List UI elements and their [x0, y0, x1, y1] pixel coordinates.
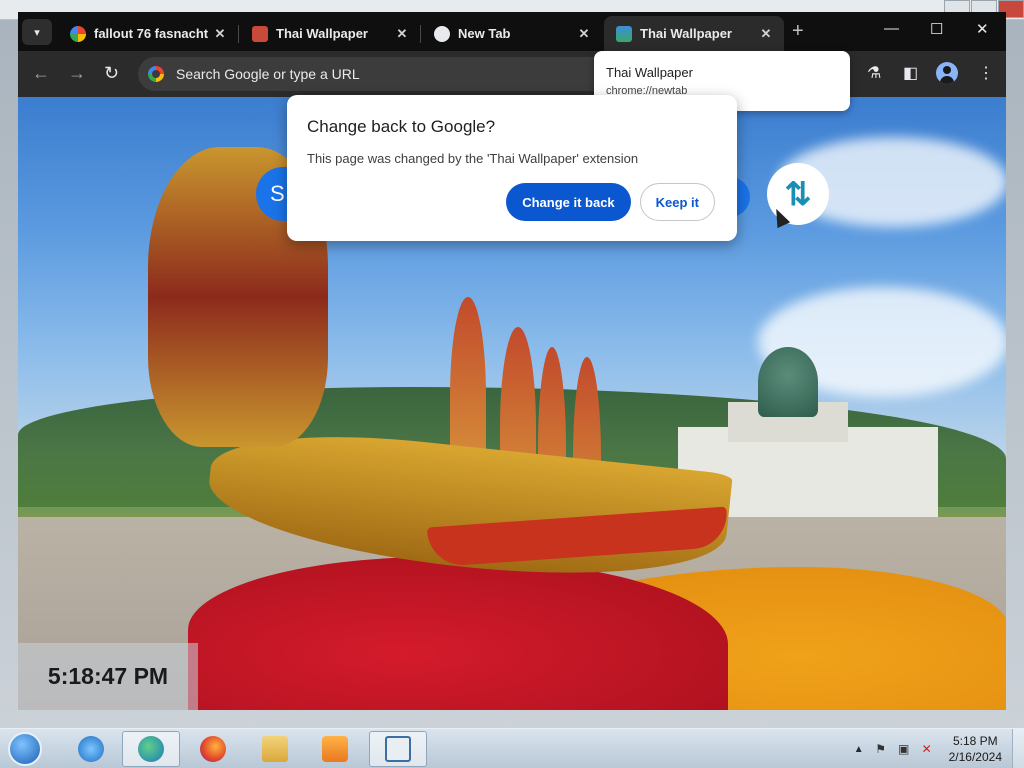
tab-search-button[interactable]: ▾ [22, 19, 52, 45]
close-tab-icon[interactable]: ✕ [576, 26, 592, 42]
clock-widget: 5:18:47 PM [18, 643, 198, 710]
system-tray: ▲ ⚑ ▣ ✕ 5:18 PM 2/16/2024 [854, 729, 1024, 768]
close-tab-icon[interactable]: ✕ [758, 26, 774, 42]
start-button[interactable] [8, 732, 42, 766]
show-desktop-button[interactable] [1012, 729, 1024, 768]
tab-fallout[interactable]: fallout 76 fasnacht 2 ✕ [58, 16, 238, 51]
keep-it-button[interactable]: Keep it [639, 183, 715, 221]
tray-expand-icon[interactable]: ▲ [854, 744, 864, 755]
tab-separator [420, 25, 421, 43]
firefox-icon [200, 736, 226, 762]
labs-flask-icon[interactable]: ⚗ [867, 63, 881, 83]
volume-muted-icon[interactable]: ✕ [920, 742, 934, 756]
tray-clock[interactable]: 5:18 PM 2/16/2024 [949, 733, 1002, 765]
swap-arrows-icon: ⇅ [784, 176, 812, 212]
minimize-button[interactable]: — [884, 20, 899, 37]
tab-thai-wallpaper-1[interactable]: Thai Wallpaper ✕ [240, 16, 420, 51]
hover-card-title: Thai Wallpaper [606, 65, 693, 80]
tray-date: 2/16/2024 [948, 750, 1002, 764]
dialog-heading: Change back to Google? [307, 117, 496, 136]
tab-title: fallout 76 fasnacht 2 [94, 26, 212, 41]
google-icon [70, 25, 86, 42]
tab-separator [238, 25, 239, 43]
tray-time: 5:18 PM [952, 734, 998, 748]
taskbar-media-player[interactable] [306, 731, 364, 767]
tab-title: New Tab [458, 26, 511, 41]
tab-strip: ▾ fallout 76 fasnacht 2 ✕ Thai Wallpaper… [18, 12, 1006, 51]
taskbar-explorer[interactable] [246, 731, 304, 767]
clock-time: 5:18:47 PM [47, 663, 169, 689]
window-close-button[interactable]: ✕ [976, 20, 989, 38]
newtab-icon [434, 25, 450, 42]
menu-kebab-icon[interactable]: ⋮ [978, 63, 994, 83]
reload-icon[interactable]: ↻ [104, 63, 119, 83]
maximize-button[interactable]: ☐ [930, 20, 943, 38]
action-center-flag-icon[interactable]: ⚑ [874, 742, 888, 756]
taskbar-edge[interactable] [122, 731, 180, 767]
tab-thai-wallpaper-active[interactable]: Thai Wallpaper ✕ [604, 16, 784, 51]
close-tab-icon[interactable]: ✕ [212, 26, 228, 42]
profile-avatar-icon[interactable] [936, 62, 958, 84]
back-icon[interactable]: ← [32, 63, 50, 83]
network-icon[interactable]: ▣ [897, 742, 911, 756]
chevron-down-icon: ▾ [34, 26, 40, 39]
side-panel-icon[interactable]: ◧ [903, 63, 918, 83]
window-app-icon [385, 736, 411, 762]
change-it-back-button[interactable]: Change it back [506, 183, 631, 221]
thai-wallpaper-icon [616, 25, 632, 42]
tab-new-tab[interactable]: New Tab ✕ [422, 16, 602, 51]
taskbar-internet-explorer[interactable] [62, 731, 120, 767]
folder-icon [262, 736, 288, 762]
close-tab-icon[interactable]: ✕ [394, 26, 410, 42]
extension-override-dialog: Change back to Google? This page was cha… [287, 95, 737, 241]
taskbar: ▲ ⚑ ▣ ✕ 5:18 PM 2/16/2024 [0, 728, 1024, 768]
new-tab-button[interactable]: + [792, 21, 804, 41]
toolbar: ← → ↻ Search Google or type a URL ⚗ ◧ ⋮ [18, 51, 1006, 97]
taskbar-app-window[interactable] [369, 731, 427, 767]
omnibox-placeholder: Search Google or type a URL [176, 66, 360, 82]
forward-icon[interactable]: → [68, 63, 86, 83]
taskbar-firefox[interactable] [184, 731, 242, 767]
thai-wallpaper-icon [252, 25, 268, 42]
google-icon [148, 66, 164, 82]
dialog-message: This page was changed by the 'Thai Wallp… [307, 151, 639, 166]
internet-explorer-icon [78, 736, 104, 762]
edge-icon [138, 736, 164, 762]
media-player-icon [322, 736, 348, 762]
tab-title: Thai Wallpaper [640, 26, 732, 41]
tab-title: Thai Wallpaper [276, 26, 368, 41]
